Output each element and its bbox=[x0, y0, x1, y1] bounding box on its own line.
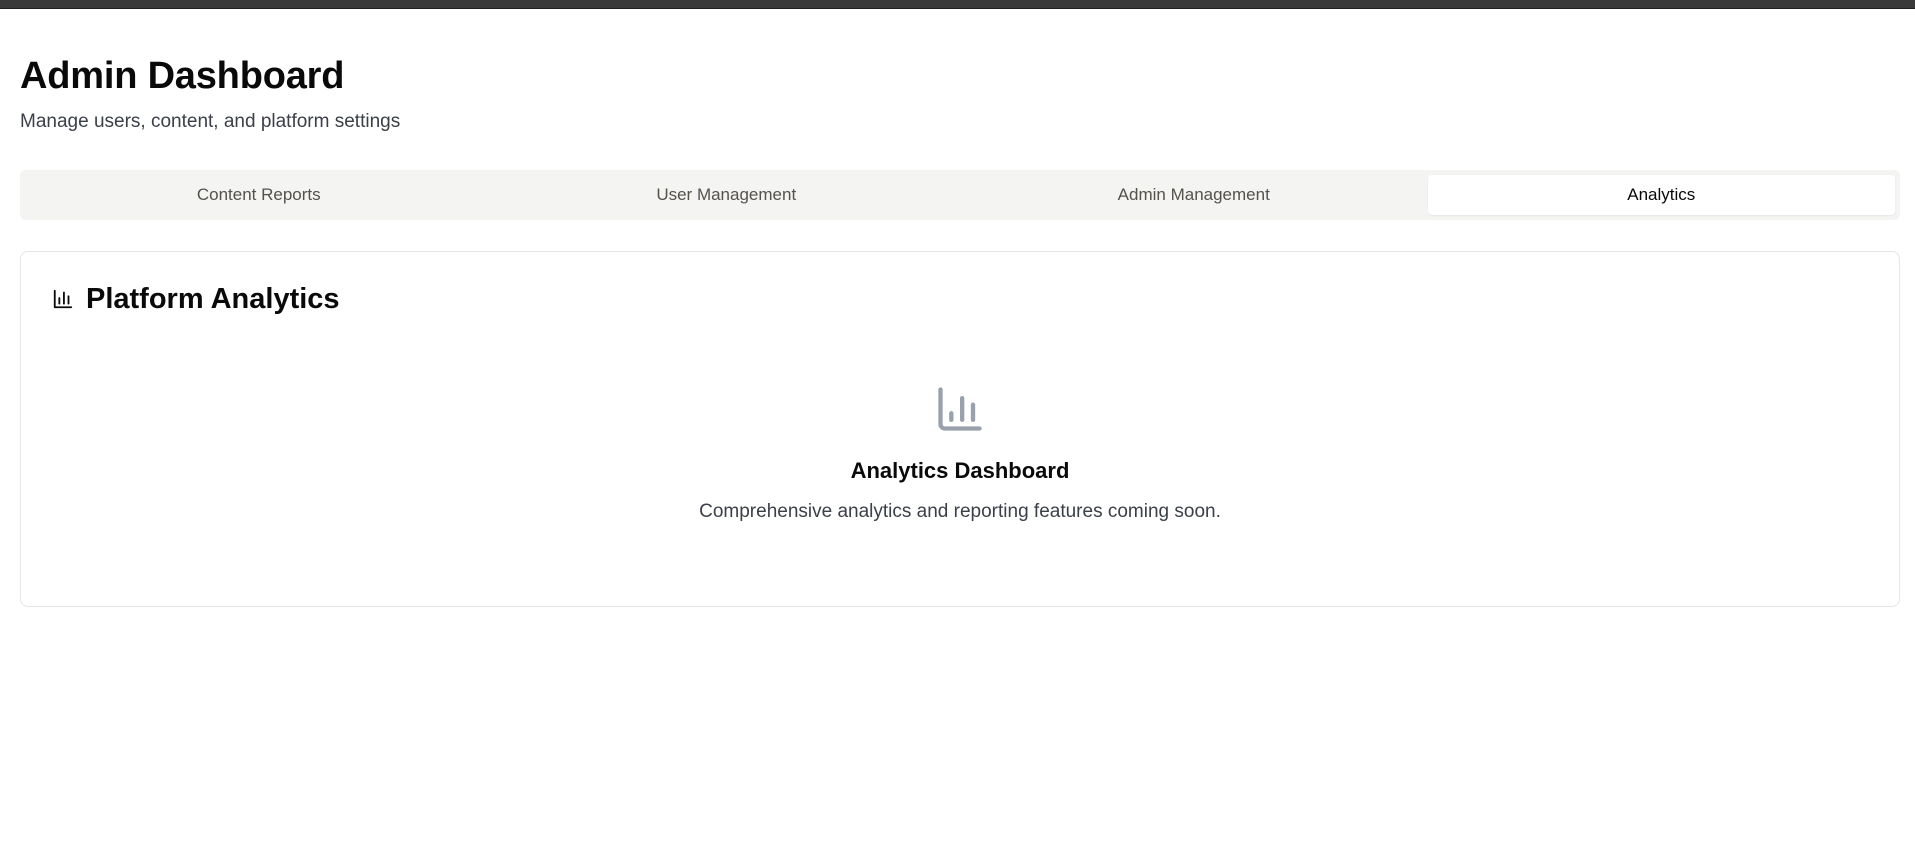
tab-analytics[interactable]: Analytics bbox=[1427, 175, 1895, 215]
bar-chart-icon bbox=[52, 288, 74, 310]
tab-bar: Content Reports User Management Admin Ma… bbox=[20, 170, 1900, 220]
tab-user-management[interactable]: User Management bbox=[493, 175, 961, 215]
analytics-card: Platform Analytics Analytics Dashboard C… bbox=[20, 251, 1900, 607]
card-title: Platform Analytics bbox=[86, 283, 340, 315]
admin-dashboard-page: Admin Dashboard Manage users, content, a… bbox=[20, 9, 1900, 607]
page-title: Admin Dashboard bbox=[20, 55, 345, 97]
page-subtitle: Manage users, content, and platform sett… bbox=[20, 111, 401, 132]
empty-state-description: Comprehensive analytics and reporting fe… bbox=[699, 501, 1221, 522]
tab-admin-management[interactable]: Admin Management bbox=[960, 175, 1428, 215]
card-header: Platform Analytics bbox=[52, 282, 340, 316]
empty-state: Analytics Dashboard Comprehensive analyt… bbox=[21, 383, 1899, 524]
browser-top-bar bbox=[0, 0, 1915, 9]
tab-content-reports[interactable]: Content Reports bbox=[25, 175, 493, 215]
bar-chart-icon bbox=[934, 383, 986, 435]
empty-state-title: Analytics Dashboard bbox=[850, 458, 1070, 483]
